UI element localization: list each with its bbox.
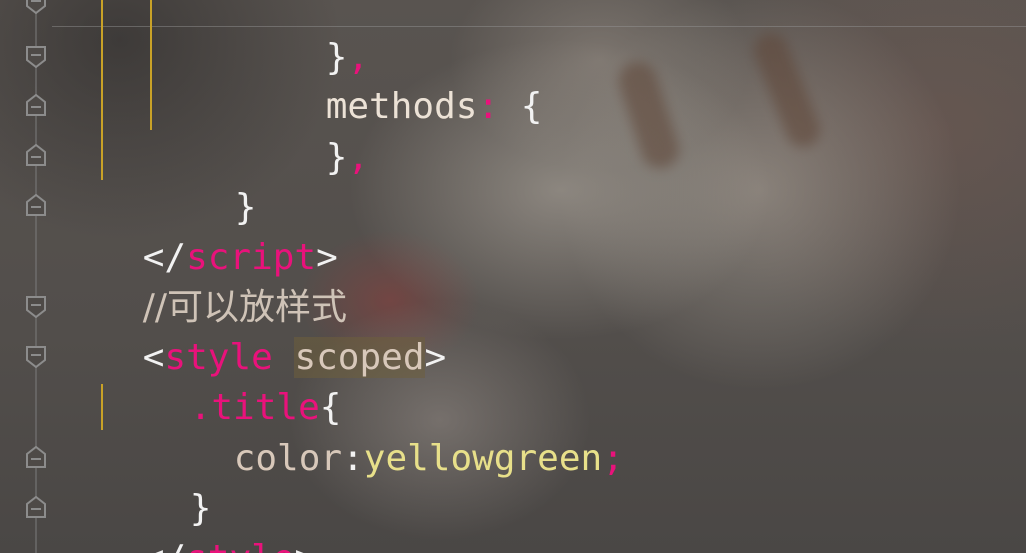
css-property-token: color [233,438,343,479]
code-line[interactable]: } [103,434,212,529]
indent-guide [150,0,152,130]
fold-start-icon[interactable] [25,46,47,68]
code-line[interactable]: }, [239,0,369,78]
code-line[interactable]: //可以放样式 [56,233,347,328]
fold-gutter-line [35,0,37,553]
brace-token: { [499,86,543,127]
tag-name-token: style [186,538,294,553]
fold-end-icon[interactable] [25,144,47,166]
fold-end-icon[interactable] [25,0,47,14]
fold-gutter [20,0,52,553]
comma-token: , [347,137,370,178]
code-line[interactable]: methods: { [239,32,543,127]
tag-open-token: </ [143,538,186,553]
brace-token: } [325,137,348,178]
css-value-token: yellowgreen [363,438,603,479]
fold-end-icon[interactable] [25,94,47,116]
colon-token: : [477,86,500,127]
code-line[interactable]: color:yellowgreen; [147,384,624,479]
code-line[interactable]: } [148,133,257,228]
tag-close-token: > [294,538,316,553]
fold-end-icon[interactable] [25,496,47,518]
indent-guide [101,0,103,180]
code-line[interactable]: .title{ [103,333,342,428]
fold-start-icon[interactable] [25,346,47,368]
colon-token: : [342,438,364,479]
code-line[interactable]: }, [239,83,369,178]
tag-close-token: > [424,337,447,378]
scroll-top-rule [52,26,1026,27]
semicolon-token: ; [602,438,624,479]
fold-start-icon[interactable] [25,296,47,318]
code-line[interactable]: </script> [56,183,338,278]
fold-end-icon[interactable] [25,446,47,468]
code-editor[interactable]: }, methods: { }, } </script> //可以放样式 <st… [0,0,1026,553]
code-line[interactable]: <style scoped> [56,283,446,378]
code-line[interactable]: </style> [56,484,316,553]
fold-end-icon[interactable] [25,194,47,216]
